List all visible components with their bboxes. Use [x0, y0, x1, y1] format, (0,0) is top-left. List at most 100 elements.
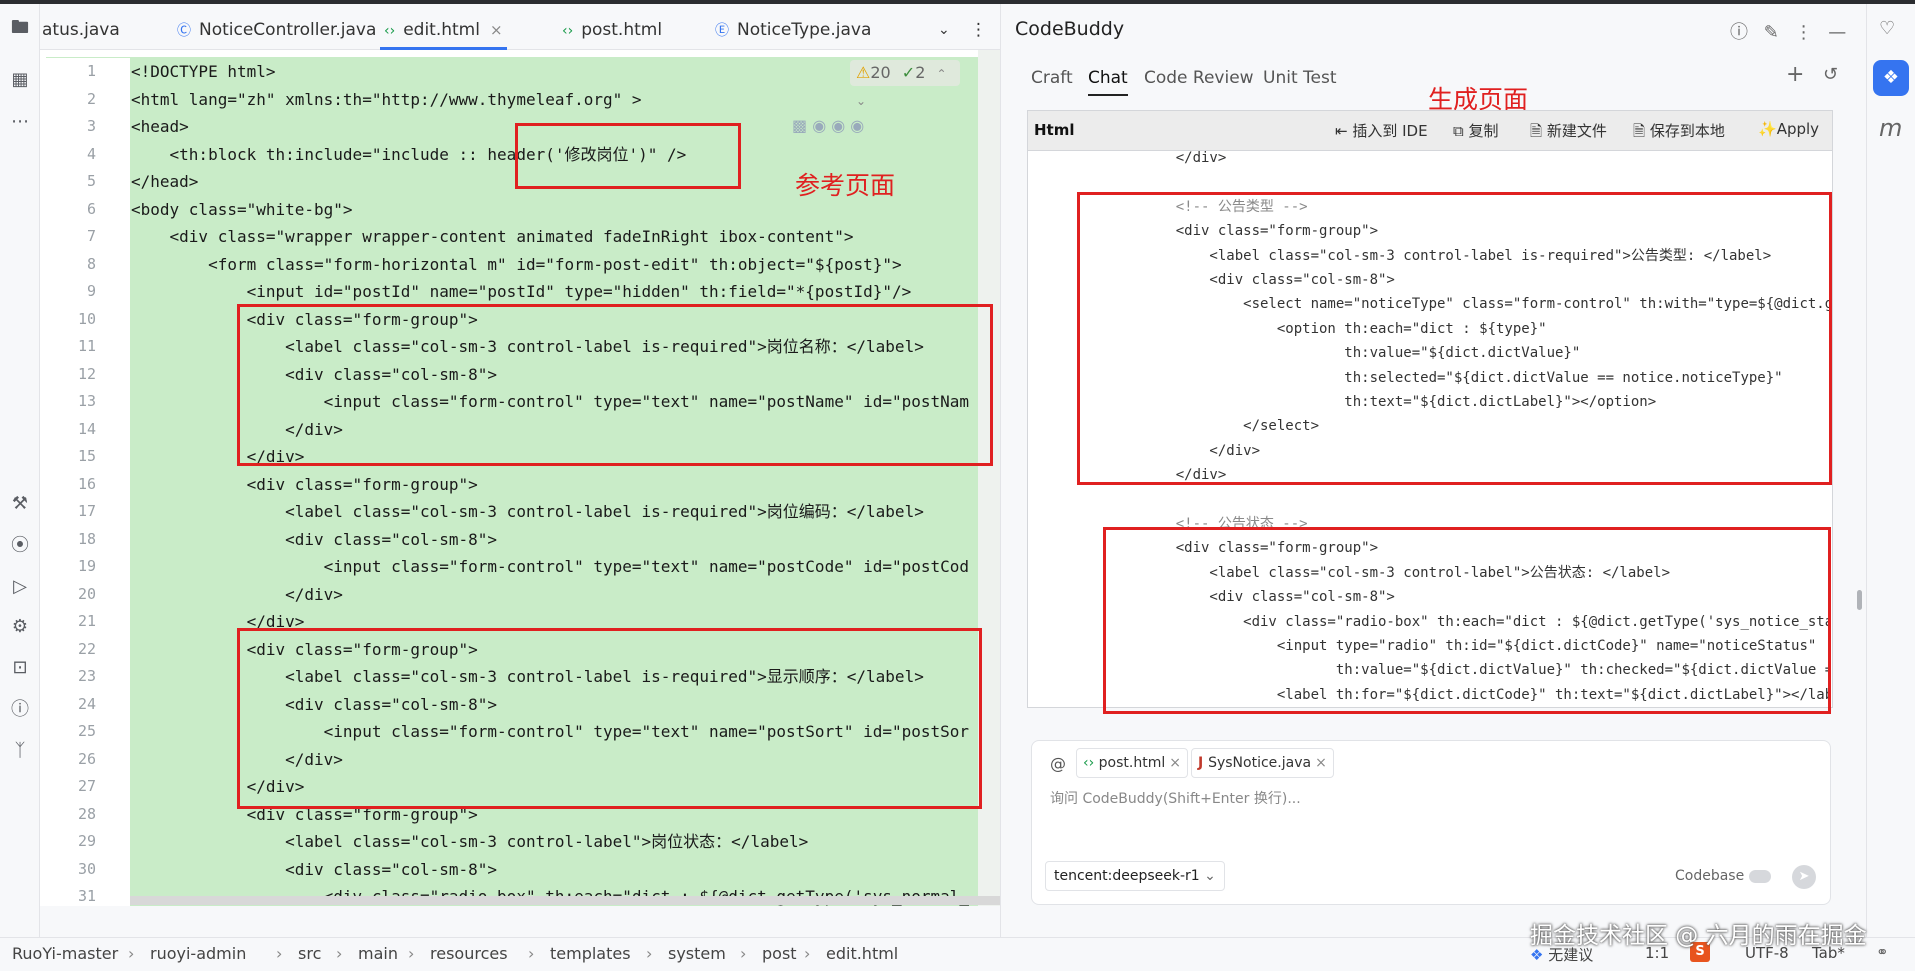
breadcrumb-item[interactable]: templates [550, 944, 631, 963]
new-chat-plus-icon[interactable]: + [1786, 62, 1804, 87]
terminal-icon[interactable]: ⊡ [8, 656, 32, 680]
tab-notice-type[interactable]: Ⓔ NoticeType.java [715, 4, 871, 50]
chat-input[interactable]: 询问 CodeBuddy(Shift+Enter 换行)... [1050, 788, 1301, 808]
send-icon[interactable]: ➤ [1792, 865, 1816, 889]
code-line[interactable]: <div class="col-sm-8"> [131, 856, 1000, 883]
insert-to-ide-button[interactable]: ⇤ 插入到 IDE [1335, 120, 1428, 141]
line-number: 9 [86, 282, 96, 300]
code-line[interactable]: <html lang="zh" xmlns:th="http://www.thy… [131, 86, 1000, 113]
remove-chip-icon[interactable]: × [1315, 755, 1327, 771]
codebuddy-logo-icon[interactable]: ❖ [1873, 60, 1909, 96]
edit-icon[interactable]: ✎ [1764, 22, 1779, 43]
tab-edit-html[interactable]: ‹› edit.html × [380, 4, 507, 50]
run-icon[interactable]: ▷ [8, 575, 32, 599]
tab-notice-controller[interactable]: Ⓒ NoticeController.java [177, 4, 376, 50]
next-issue-icon[interactable]: ⌄ [856, 94, 866, 108]
problems-icon[interactable]: ⓘ [8, 698, 32, 722]
tab-chat[interactable]: Chat [1088, 68, 1128, 96]
services-icon[interactable]: ⦿ [8, 534, 32, 558]
watermark: 掘金技术社区 @ 六月的雨在掘金 [1530, 923, 1867, 949]
line-number: 14 [77, 420, 96, 438]
line-number: 11 [77, 337, 96, 355]
editor-tab-bar: atus.java Ⓒ NoticeController.java ‹› edit.… [40, 4, 1000, 50]
breadcrumb-item[interactable]: edit.html [826, 944, 898, 963]
breadcrumb-chevron-icon: › [528, 944, 535, 963]
tab-code-review[interactable]: Code Review [1144, 68, 1254, 88]
copy-icon: ⧉ [1453, 122, 1469, 140]
tab-unit-test[interactable]: Unit Test [1263, 68, 1337, 88]
java-file-icon: J [1198, 755, 1209, 771]
left-tool-strip: 🖿 ▦ ⋯ ⚒ ⦿ ▷ ⚙ ⊡ ⓘ ᛉ [0, 4, 40, 937]
prev-issue-icon[interactable]: ⌃ [936, 67, 946, 81]
code-line[interactable]: </div> [131, 581, 1000, 608]
annotation-box-post-name [237, 304, 993, 466]
annotation-box-header [515, 123, 741, 189]
minimize-icon[interactable]: — [1828, 22, 1846, 43]
m-plugin-icon[interactable]: m [1879, 114, 1902, 142]
more-tools-icon[interactable]: ⋯ [8, 110, 32, 134]
code-line[interactable]: <div class="form-group"> [131, 471, 1000, 498]
git-branch-icon[interactable]: ᛉ [8, 739, 32, 763]
new-file-button[interactable]: 🗎 新建文件 [1530, 120, 1607, 146]
line-number: 31 [77, 887, 96, 905]
enum-e-icon: Ⓔ [715, 23, 729, 39]
breadcrumb-item[interactable]: ruoyi-admin [150, 944, 246, 963]
inspection-widget[interactable]: ⚠20 ✓2 ⌃ ⌄ [850, 60, 960, 108]
breadcrumb-item[interactable]: resources [430, 944, 508, 963]
browser-preview-icons[interactable]: ▩ ◉ ◉ ◉ [792, 116, 864, 135]
line-number: 25 [77, 722, 96, 740]
horizontal-scrollbar[interactable] [130, 896, 1000, 905]
lock-icon[interactable]: ⚭ [1876, 943, 1889, 961]
panel-more-icon[interactable]: ⋮ [1795, 22, 1813, 43]
line-number: 6 [86, 200, 96, 218]
code-line[interactable]: <input id="postId" name="postId" type="h… [131, 278, 1000, 305]
tabs-dropdown-chevron-icon[interactable]: ⌄ [938, 4, 950, 50]
line-number: 1 [86, 62, 96, 80]
html-file-icon: ‹› [1083, 755, 1099, 771]
history-icon[interactable]: ↺ [1823, 64, 1838, 85]
code-line[interactable]: <label class="col-sm-3 control-label">岗位… [131, 828, 1000, 855]
codebase-toggle[interactable] [1749, 870, 1771, 883]
line-number: 3 [86, 117, 96, 135]
new-file-icon: 🗎 [1530, 122, 1547, 140]
line-number: 2 [86, 90, 96, 108]
build-hammer-icon[interactable]: ⚒ [8, 492, 32, 516]
breadcrumb-item[interactable]: RuoYi-master [12, 944, 118, 963]
breadcrumb-item[interactable]: system [668, 944, 726, 963]
mention-button[interactable]: @ [1050, 754, 1066, 773]
breadcrumb-item[interactable]: main [358, 944, 398, 963]
breadcrumb-item[interactable]: post [762, 944, 797, 963]
line-number: 17 [77, 502, 96, 520]
breadcrumb-item[interactable]: src [298, 944, 321, 963]
code-line[interactable]: <div class="col-sm-8"> [131, 526, 1000, 553]
apply-button[interactable]: ✨Apply [1758, 120, 1819, 138]
line-number: 13 [77, 392, 96, 410]
code-line[interactable]: <div class="wrapper wrapper-content anim… [131, 223, 1000, 250]
tabs-more-icon[interactable]: ⋮ [970, 4, 987, 50]
html-file-icon: ‹› [384, 23, 396, 39]
context-chip-sysnotice[interactable]: J SysNotice.java × [1191, 748, 1334, 778]
help-icon[interactable]: ⓘ [1730, 22, 1748, 43]
breadcrumb-chevron-icon: › [408, 944, 415, 963]
breadcrumb-chevron-icon: › [336, 944, 343, 963]
code-line[interactable]: <form class="form-horizontal m" id="form… [131, 251, 1000, 278]
structure-icon[interactable]: ▦ [8, 68, 32, 92]
tab-craft[interactable]: Craft [1031, 68, 1073, 88]
code-block-language: Html [1034, 121, 1075, 139]
copy-button[interactable]: ⧉ 复制 [1453, 120, 1499, 141]
annotation-box-notice-status [1103, 527, 1831, 714]
project-folder-icon[interactable]: 🖿 [8, 16, 32, 40]
close-tab-icon[interactable]: × [490, 21, 503, 39]
code-line[interactable]: <input class="form-control" type="text" … [131, 553, 1000, 580]
remove-chip-icon[interactable]: × [1169, 755, 1181, 771]
debug-bug-icon[interactable]: ⚙ [8, 615, 32, 639]
tab-status-java[interactable]: atus.java [42, 4, 120, 50]
code-line[interactable]: <label class="col-sm-3 control-label is-… [131, 498, 1000, 525]
panel-divider[interactable] [1000, 4, 1012, 937]
panel-scrollbar[interactable] [1857, 590, 1862, 610]
save-local-button[interactable]: 🗎 保存到本地 [1633, 120, 1725, 146]
model-select[interactable]: tencent:deepseek-r1 ⌄ [1045, 861, 1225, 891]
context-chip-post-html[interactable]: ‹› post.html × [1076, 748, 1188, 778]
notifications-bell-icon[interactable]: ♡ [1879, 18, 1895, 39]
tab-post-html[interactable]: ‹› post.html [562, 4, 662, 50]
